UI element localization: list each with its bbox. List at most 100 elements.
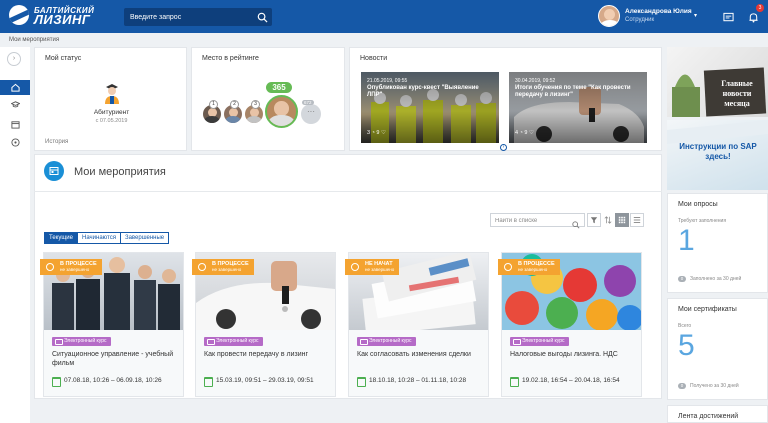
search-icon[interactable] bbox=[572, 216, 580, 234]
news-title: Опубликован курс-квест "Выявление ЛПР" bbox=[367, 85, 479, 98]
event-dates: 15.03.19, 09:51 – 29.03.19, 09:51 bbox=[204, 377, 314, 387]
event-status-badge: В ПРОЦЕССЕ не завершено bbox=[498, 259, 560, 275]
news-stats: 3 ◔ 9 ♡ bbox=[367, 130, 386, 136]
breadcrumb[interactable]: Мои мероприятия bbox=[9, 37, 59, 43]
sidebar-toggle-icon[interactable]: › bbox=[7, 52, 21, 66]
event-status-badge: В ПРОЦЕССЕ не завершено bbox=[40, 259, 102, 275]
surveys-footer-count: 0 bbox=[678, 276, 686, 282]
event-type-badge: Электронный курс bbox=[52, 337, 111, 346]
event-name[interactable]: Как провести передачу в лизинг bbox=[204, 350, 329, 359]
bell-icon[interactable] bbox=[748, 10, 759, 28]
news-title: Итоги обучения по теме "Как провести пер… bbox=[515, 85, 631, 98]
notification-badge: 3 bbox=[756, 4, 764, 12]
event-dates: 18.10.18, 10:28 – 01.11.18, 10:28 bbox=[357, 377, 466, 387]
event-card[interactable]: В ПРОЦЕССЕ не завершено Электронный курс … bbox=[40, 252, 184, 397]
news-item-2[interactable]: 30.04.2019, 09:52 Итоги обучения по теме… bbox=[509, 72, 647, 143]
events-divider bbox=[34, 191, 662, 192]
global-search bbox=[124, 8, 272, 26]
news-card-title: Новости bbox=[360, 55, 388, 62]
ad-text: Инструкции по SAP здесь! bbox=[679, 142, 757, 161]
news-item-1[interactable]: 21.05.2019, 09:55 Опубликован курс-квест… bbox=[361, 72, 499, 143]
certificates-widget[interactable]: Мои сертификаты Всего 5 0 Получено за 30 … bbox=[667, 298, 768, 400]
filter-button[interactable] bbox=[587, 213, 601, 227]
status-card-title: Мой статус bbox=[45, 55, 82, 62]
nav-item-calendar[interactable] bbox=[0, 117, 30, 132]
tab-completed[interactable]: Завершенные bbox=[119, 232, 170, 244]
events-search-input[interactable] bbox=[495, 215, 565, 226]
logo-line2: ЛИЗИНГ bbox=[34, 12, 91, 27]
rating-card-title: Место в рейтинге bbox=[202, 55, 259, 62]
search-icon[interactable] bbox=[257, 10, 268, 28]
certificates-footer-count: 0 bbox=[678, 383, 686, 389]
nav-item-explore[interactable] bbox=[0, 135, 30, 150]
nav-item-learning[interactable] bbox=[0, 97, 30, 112]
ad-banner-news[interactable]: Главные новости месяца bbox=[667, 47, 768, 117]
events-title: Мои мероприятия bbox=[74, 166, 166, 178]
student-avatar-icon bbox=[103, 81, 121, 110]
certificates-title: Мои сертификаты bbox=[678, 306, 737, 313]
event-status-badge: В ПРОЦЕССЕ не завершено bbox=[192, 259, 254, 275]
nav-item-home[interactable] bbox=[0, 80, 30, 95]
user-name: Александрова Юлия bbox=[625, 8, 692, 15]
chevron-down-icon[interactable]: ▾ bbox=[694, 12, 697, 19]
events-tabs: Текущие Начинаются Завершенные bbox=[44, 232, 170, 244]
logo-mark-icon bbox=[9, 5, 29, 25]
event-name[interactable]: Ситуационное управление - учебный фильм bbox=[52, 350, 177, 368]
my-rank-avatar[interactable] bbox=[265, 95, 298, 128]
surveys-count: 1 bbox=[678, 224, 695, 257]
compass-icon bbox=[10, 138, 20, 147]
event-card[interactable]: В ПРОЦЕССЕ не завершено Электронный курс … bbox=[192, 252, 336, 397]
list-icon bbox=[633, 217, 641, 223]
event-type-badge: Электронный курс bbox=[204, 337, 263, 346]
user-role: Сотрудник bbox=[625, 17, 655, 23]
rating-card: Место в рейтинге bbox=[191, 47, 345, 151]
event-card[interactable]: НЕ НАЧАТ не завершено Электронный курс Ка… bbox=[345, 252, 489, 397]
company-logo[interactable]: БАЛТИЙСКИЙ ЛИЗИНГ bbox=[9, 5, 94, 27]
event-status-badge: НЕ НАЧАТ не завершено bbox=[345, 259, 400, 275]
event-name[interactable]: Как согласовать изменения сделки bbox=[357, 350, 482, 359]
ad-banner-sap[interactable]: Инструкции по SAP здесь! bbox=[667, 120, 768, 190]
achievements-title: Лента достижений bbox=[678, 413, 739, 420]
events-panel-icon bbox=[44, 161, 64, 181]
history-link[interactable]: История bbox=[45, 139, 68, 145]
tab-current[interactable]: Текущие bbox=[44, 232, 78, 244]
rank-number-1: 1 bbox=[209, 100, 218, 109]
event-card[interactable]: В ПРОЦЕССЕ не завершено Электронный курс … bbox=[498, 252, 642, 397]
global-search-input[interactable] bbox=[130, 10, 250, 24]
my-rank-score: 365 bbox=[266, 82, 292, 93]
sort-icon bbox=[604, 216, 612, 224]
event-name[interactable]: Налоговые выгоды лизинга. НДС bbox=[510, 350, 635, 359]
home-icon bbox=[10, 83, 20, 92]
grid-view-button[interactable] bbox=[615, 213, 629, 227]
certificates-count: 5 bbox=[678, 329, 695, 362]
calendar-icon bbox=[10, 121, 20, 129]
event-dates: 07.08.18, 10:26 – 06.09.18, 10:26 bbox=[52, 377, 162, 387]
status-card: Мой статус Абитуриент с 07.05.2019 Истор… bbox=[34, 47, 187, 151]
events-search bbox=[490, 213, 585, 229]
top-bar: БАЛТИЙСКИЙ ЛИЗИНГ Александрова Юлия Сотр… bbox=[0, 0, 768, 33]
more-participants-button[interactable]: ··· bbox=[301, 104, 321, 124]
list-view-button[interactable] bbox=[630, 213, 644, 227]
rank-number-3: 3 bbox=[251, 100, 260, 109]
sort-button[interactable] bbox=[601, 213, 615, 227]
achievements-widget[interactable]: Лента достижений bbox=[667, 405, 768, 423]
news-next-icon[interactable]: › bbox=[500, 144, 507, 151]
surveys-widget[interactable]: Мои опросы Требуют заполнения 1 0 Заполне… bbox=[667, 193, 768, 293]
status-name: Абитуриент bbox=[93, 109, 130, 116]
rank-number-2: 2 bbox=[230, 100, 239, 109]
grid-icon bbox=[618, 216, 626, 224]
left-sidebar: › bbox=[0, 47, 30, 423]
status-date: с 07.05.2019 bbox=[95, 118, 128, 124]
user-avatar bbox=[598, 5, 620, 27]
filter-icon bbox=[590, 217, 598, 224]
messages-icon[interactable] bbox=[723, 10, 734, 28]
graduation-cap-icon bbox=[10, 101, 20, 108]
event-type-badge: Электронный курс bbox=[510, 337, 569, 346]
more-participants-count: 672 bbox=[302, 100, 314, 105]
surveys-title: Мои опросы bbox=[678, 201, 718, 208]
news-date: 21.05.2019, 09:55 bbox=[367, 78, 408, 84]
certificates-footer: Получено за 30 дней bbox=[690, 383, 739, 389]
user-menu[interactable]: Александрова Юлия Сотрудник bbox=[598, 5, 692, 27]
tab-starting[interactable]: Начинаются bbox=[76, 232, 121, 244]
event-dates: 19.02.18, 16:54 – 20.04.18, 16:54 bbox=[510, 377, 620, 387]
